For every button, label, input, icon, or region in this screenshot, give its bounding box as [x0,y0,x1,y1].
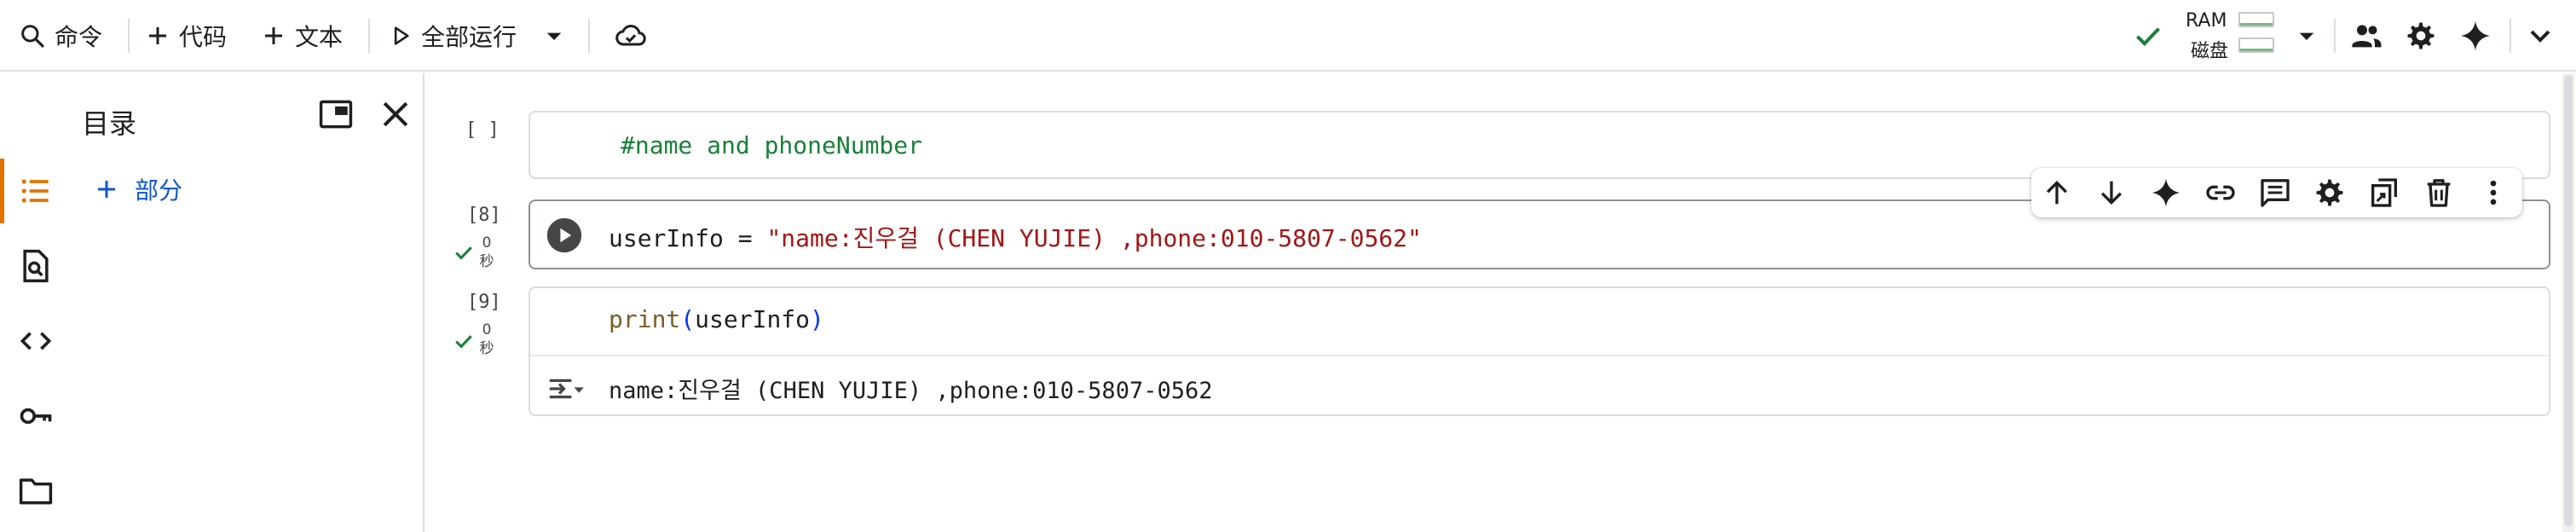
code-cell[interactable]: print(userInfo) name:진우걸 (CHEN YUJIE) ,p… [528,286,2550,416]
code-token: userInfo = [609,224,767,252]
resource-monitor[interactable]: RAM 磁盘 [2182,0,2284,72]
code-snippets-icon[interactable] [17,322,55,360]
gear-icon[interactable] [2404,19,2438,53]
gear-icon[interactable] [2313,176,2347,210]
arrow-down-icon[interactable] [2094,176,2128,210]
ram-meter [2238,12,2274,27]
close-icon[interactable] [377,95,414,133]
chevron-down-icon[interactable] [537,19,571,53]
plus-icon [98,181,115,198]
toc-panel: 目录 部分 [68,73,425,532]
folder-icon[interactable] [17,472,55,510]
sparkle-icon[interactable] [2149,176,2183,210]
run-all-button[interactable]: 全部运行 [389,0,517,72]
execution-time: 0 秒 [479,321,494,357]
notebook-area: [ ] #name and phoneNumber [8] 0 秒 userIn… [426,73,2576,532]
find-in-page-icon[interactable] [17,247,55,285]
disk-meter [2238,38,2274,53]
play-icon [394,26,409,45]
play-icon[interactable] [546,217,583,254]
check-icon [2136,27,2160,47]
toolbar-divider [368,19,370,53]
command-palette-button[interactable]: 命令 [19,0,102,72]
left-rail [0,73,68,532]
scrollbar-thumb[interactable] [2564,75,2573,527]
code-editor[interactable]: print(userInfo) [609,305,824,333]
code-token: userInfo [695,305,811,333]
toolbar-divider [2510,19,2511,53]
code-token: ) [810,305,824,333]
code-token: "name:진우걸 (CHEN YUJIE) ,phone:010-5807-0… [766,224,1422,252]
cloud-check-icon[interactable] [614,19,648,53]
disk-label: 磁盘 [2191,41,2229,62]
trash-icon[interactable] [2422,176,2456,210]
active-indicator [0,159,4,223]
key-icon[interactable] [17,397,55,435]
cell-output: name:진우걸 (CHEN YUJIE) ,phone:010-5807-05… [609,378,1213,404]
add-section-label: 部分 [135,176,183,205]
open-in-tab-icon[interactable] [317,95,355,133]
execution-count: [8] [467,205,501,226]
code-editor[interactable]: userInfo = "name:진우걸 (CHEN YUJIE) ,phone… [609,220,1422,254]
toolbar-divider [588,19,590,53]
cell-toolbar [2031,168,2522,217]
add-text-label: 文本 [295,23,344,51]
add-code-label: 代码 [179,23,228,51]
code-token: ( [680,305,696,333]
output-divider [530,355,2549,356]
execution-count: [ ] [465,119,500,141]
check-icon [455,246,472,260]
output-options-icon[interactable] [546,372,586,406]
sparkle-icon[interactable] [2458,19,2492,53]
plus-icon [149,27,166,44]
toolbar-divider [2334,19,2336,53]
code-token: #name and phoneNumber [621,131,923,159]
execution-time: 0 秒 [479,234,494,270]
run-all-label: 全部运行 [421,23,517,51]
comment-icon[interactable] [2258,176,2292,210]
add-section-button[interactable]: 部分 [94,167,182,211]
people-icon[interactable] [2349,19,2383,53]
add-text-button[interactable]: 文本 [261,0,343,72]
search-icon [21,25,44,48]
arrow-up-icon[interactable] [2040,176,2074,210]
code-editor[interactable]: #name and phoneNumber [621,131,922,159]
mirror-cell-icon[interactable] [2367,176,2401,210]
command-label: 命令 [55,23,103,51]
ram-label: RAM [2186,10,2227,32]
top-toolbar: 命令 代码 文本 全部运行 RAM 磁盘 [0,0,2576,72]
toolbar-divider [128,19,130,53]
chevron-down-icon[interactable] [2523,19,2557,53]
more-vert-icon[interactable] [2476,176,2510,210]
scrollbar[interactable] [2562,73,2574,532]
chevron-down-icon[interactable] [2290,19,2324,53]
panel-title: 目录 [82,107,137,140]
plus-icon [265,27,282,44]
execution-count: [9] [467,292,501,313]
toc-icon[interactable] [17,172,55,210]
code-token: print [609,305,681,333]
check-icon [455,335,472,349]
add-code-button[interactable]: 代码 [145,0,227,72]
link-icon[interactable] [2203,176,2238,210]
